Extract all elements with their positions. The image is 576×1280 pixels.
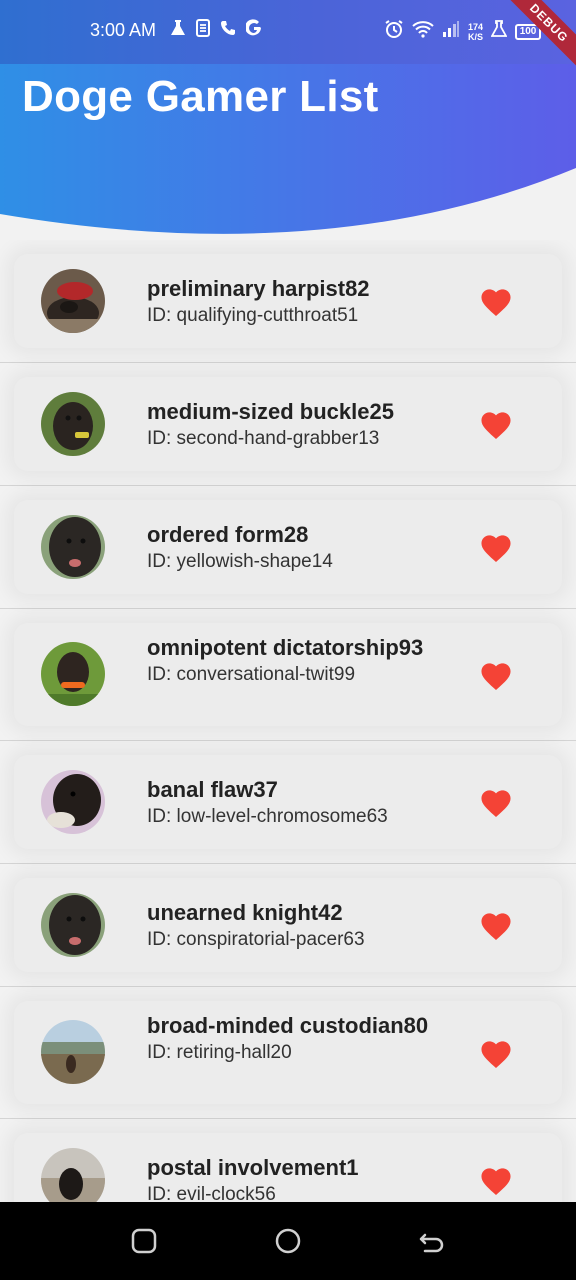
flask-icon (490, 20, 508, 43)
list-item[interactable]: broad-minded custodian80 ID: retiring-ha… (0, 987, 576, 1119)
gamer-name: unearned knight42 (147, 900, 343, 925)
dog-avatar-red-hat (41, 269, 105, 333)
list-item[interactable]: ordered form28 ID: yellowish-shape14 (0, 486, 576, 609)
gamer-name: banal flaw37 (147, 777, 278, 802)
list-item-text: unearned knight42 ID: conspiratorial-pac… (147, 898, 447, 952)
flask-icon (170, 19, 186, 42)
gamer-name: postal involvement1 (147, 1155, 359, 1180)
list-item[interactable]: medium-sized buckle25 ID: second-hand-gr… (0, 363, 576, 486)
s-icon (196, 19, 210, 42)
status-time: 3:00 AM (90, 20, 157, 40)
gamer-id: ID: second-hand-grabber13 (147, 428, 380, 449)
gamer-id: ID: retiring-hall20 (147, 1042, 292, 1063)
app-screen: 3:00 AM 174 K/S 100 DEBUG Doge Gamer Lis… (0, 0, 576, 1280)
list-item-text: preliminary harpist82 ID: qualifying-cut… (147, 274, 447, 328)
navigation-bar (0, 1202, 576, 1280)
list-item-text: broad-minded custodian80 ID: retiring-ha… (147, 1011, 447, 1065)
back-icon[interactable] (419, 1228, 445, 1254)
list-item[interactable]: omnipotent dictatorship93 ID: conversati… (0, 609, 576, 741)
network-speed: 174 K/S (468, 22, 483, 42)
gamer-id: ID: qualifying-cutthroat51 (147, 305, 359, 326)
gamer-name: broad-minded custodian80 (147, 1013, 429, 1038)
gamer-id: ID: conspiratorial-pacer63 (147, 929, 365, 950)
gamer-id: ID: conversational-twit99 (147, 664, 356, 685)
list-item-text: postal involvement1 ID: evil-clock56 (147, 1153, 447, 1202)
list-item-text: omnipotent dictatorship93 ID: conversati… (147, 633, 447, 687)
google-g-icon (245, 19, 262, 42)
list-item-text: ordered form28 ID: yellowish-shape14 (147, 520, 447, 574)
network-speed-unit: K/S (468, 31, 484, 42)
list-item-text: banal flaw37 ID: low-level-chromosome63 (147, 775, 447, 829)
gamer-id: ID: low-level-chromosome63 (147, 806, 388, 827)
gamer-list[interactable]: preliminary harpist82 ID: qualifying-cut… (0, 240, 576, 1202)
dog-avatar-landscape (41, 1020, 105, 1084)
dog-avatar-orange-collar (41, 642, 105, 706)
heart-icon[interactable] (478, 786, 514, 818)
dog-avatar-closeup (41, 893, 105, 957)
status-bar: 3:00 AM 174 K/S 100 DEBUG (0, 0, 576, 77)
gamer-name: omnipotent dictatorship93 (147, 635, 424, 660)
heart-icon[interactable] (478, 408, 514, 440)
home-icon[interactable] (275, 1228, 301, 1254)
heart-icon[interactable] (478, 909, 514, 941)
gamer-name: preliminary harpist82 (147, 276, 370, 301)
list-item[interactable]: postal involvement1 ID: evil-clock56 (0, 1119, 576, 1202)
status-left-icons (170, 19, 262, 42)
heart-icon[interactable] (478, 659, 514, 691)
status-right-icons: 174 K/S 100 (384, 19, 542, 44)
heart-icon[interactable] (478, 531, 514, 563)
gamer-id: ID: evil-clock56 (147, 1184, 276, 1202)
list-item[interactable]: unearned knight42 ID: conspiratorial-pac… (0, 864, 576, 987)
dog-avatar-closeup (41, 515, 105, 579)
network-speed-value: 174 (468, 21, 484, 32)
dog-avatar-grass (41, 392, 105, 456)
gamer-id: ID: yellowish-shape14 (147, 551, 333, 572)
signal-icon (442, 20, 460, 43)
gamer-name: ordered form28 (147, 522, 309, 547)
wifi-icon (412, 20, 434, 43)
dog-avatar-dark (41, 770, 105, 834)
heart-icon[interactable] (478, 1164, 514, 1196)
list-item-text: medium-sized buckle25 ID: second-hand-gr… (147, 397, 447, 451)
heart-icon[interactable] (478, 285, 514, 317)
gamer-name: medium-sized buckle25 (147, 399, 394, 424)
page-title: Doge Gamer List (22, 72, 379, 121)
list-item[interactable]: banal flaw37 ID: low-level-chromosome63 (0, 741, 576, 864)
heart-icon[interactable] (478, 1037, 514, 1069)
phone-icon (220, 19, 236, 42)
alarm-icon (384, 19, 404, 44)
recent-apps-icon[interactable] (131, 1228, 157, 1254)
